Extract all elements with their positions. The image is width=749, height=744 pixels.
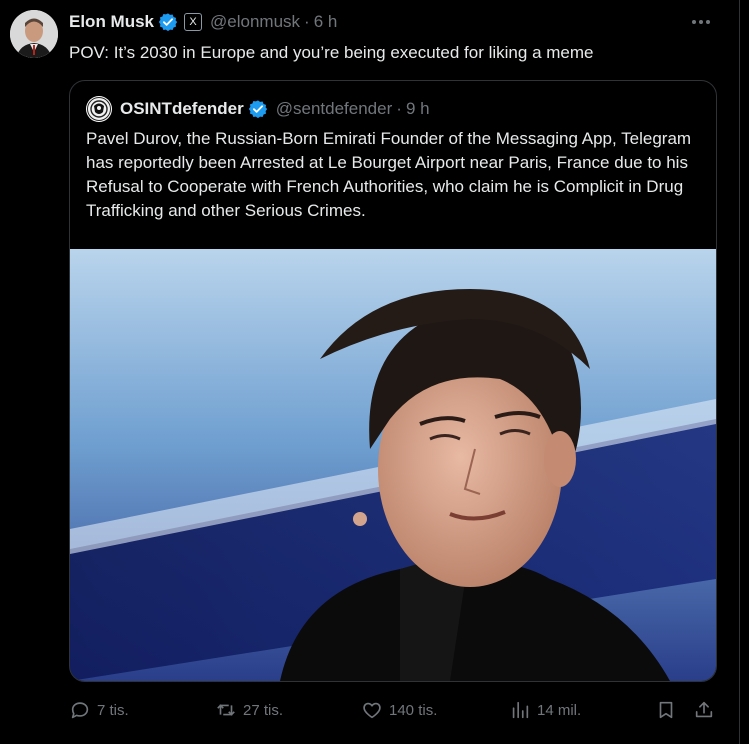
avatar[interactable] xyxy=(10,10,58,58)
views-button[interactable]: 14 mil. xyxy=(509,697,581,723)
share-button[interactable] xyxy=(693,697,721,723)
separator-dot: · xyxy=(396,99,402,118)
repost-button[interactable]: 27 tis. xyxy=(215,697,283,723)
reply-count: 7 tis. xyxy=(97,701,129,719)
bookmark-button[interactable] xyxy=(655,697,683,723)
tweet-text: POV: It’s 2030 in Europe and you’re bein… xyxy=(69,43,594,62)
quoted-text: Pavel Durov, the Russian-Born Emirati Fo… xyxy=(86,129,692,220)
timeline-column: Elon Musk X @elonmusk · 6 h POV: It’s 20… xyxy=(0,0,740,744)
like-count: 140 tis. xyxy=(389,701,438,719)
action-bar: 7 tis. 27 tis. 140 tis. 14 mil. xyxy=(69,697,719,723)
reply-icon xyxy=(71,702,89,719)
verified-badge-icon xyxy=(248,99,268,119)
quoted-author-handle[interactable]: @sentdefender xyxy=(276,99,393,119)
verified-badge-icon xyxy=(158,12,178,32)
share-icon xyxy=(695,701,713,718)
like-button[interactable]: 140 tis. xyxy=(361,697,437,723)
quoted-header: OSINTdefender @sentdefender · 9 h xyxy=(86,96,430,122)
quoted-avatar[interactable] xyxy=(86,96,112,122)
reply-button[interactable]: 7 tis. xyxy=(69,697,129,723)
quoted-tweet[interactable]: OSINTdefender @sentdefender · 9 h Pavel … xyxy=(69,80,717,682)
tweet-time[interactable]: 6 h xyxy=(314,12,338,32)
bookmark-icon xyxy=(659,701,673,719)
more-options-icon[interactable] xyxy=(690,12,712,32)
quoted-photo[interactable] xyxy=(70,249,716,681)
views-count: 14 mil. xyxy=(537,701,582,719)
views-chart-icon xyxy=(512,701,529,719)
quoted-author-name[interactable]: OSINTdefender xyxy=(120,99,244,119)
author-handle[interactable]: @elonmusk xyxy=(210,12,300,32)
separator-dot: · xyxy=(304,12,310,31)
heart-icon xyxy=(363,702,381,719)
author-name[interactable]: Elon Musk xyxy=(69,12,154,32)
repost-icon xyxy=(217,704,235,716)
tweet[interactable]: Elon Musk X @elonmusk · 6 h POV: It’s 20… xyxy=(0,0,739,744)
tweet-header: Elon Musk X @elonmusk · 6 h xyxy=(69,12,337,32)
quoted-time[interactable]: 9 h xyxy=(406,99,430,119)
repost-count: 27 tis. xyxy=(243,701,284,719)
affiliate-x-badge-icon: X xyxy=(184,13,203,31)
